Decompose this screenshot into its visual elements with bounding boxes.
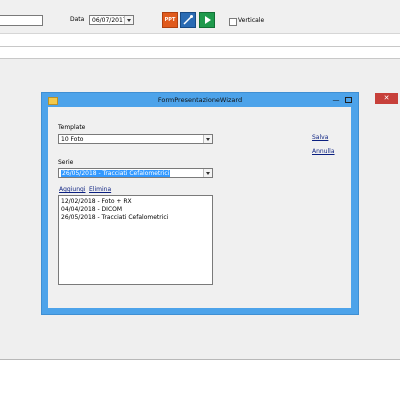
minimize-button[interactable]: — [331, 96, 341, 104]
salva-link[interactable]: Salva [312, 134, 328, 141]
verticale-checkbox[interactable] [229, 18, 237, 26]
serie-combo[interactable]: 26/05/2018 - Tracciati Cefalometrici [58, 168, 213, 178]
list-item[interactable]: 12/02/2018 - Foto + RX [61, 198, 132, 205]
list-item[interactable]: 26/05/2018 - Tracciati Cefalometrici [61, 214, 168, 221]
verticale-label: Verticale [238, 17, 265, 24]
serie-label: Serie [58, 159, 74, 166]
wizard-icon[interactable] [180, 12, 196, 28]
chevron-down-icon[interactable] [203, 135, 212, 143]
play-icon[interactable] [199, 12, 215, 28]
host-search-input[interactable] [0, 15, 43, 26]
maximize-button[interactable] [343, 96, 353, 104]
chevron-down-icon[interactable] [124, 16, 133, 24]
host-strip [0, 34, 400, 47]
template-value: 10 Foto [61, 136, 84, 143]
dialog-title: FormPresentazioneWizard [157, 96, 243, 104]
ppt-glyph: PPT [164, 17, 176, 23]
close-button[interactable]: ✕ [375, 93, 398, 104]
serie-value: 26/05/2018 - Tracciati Cefalometrici [61, 170, 171, 177]
date-label: Data [70, 16, 85, 23]
series-list[interactable]: 12/02/2018 - Foto + RX 04/04/2018 - DICO… [58, 195, 213, 285]
template-combo[interactable]: 10 Foto [58, 134, 213, 144]
annulla-link[interactable]: Annulla [312, 148, 335, 155]
date-picker[interactable]: 06/07/2017 [89, 15, 134, 25]
date-value: 06/07/2017 [92, 17, 127, 24]
template-label: Template [58, 124, 86, 131]
powerpoint-icon[interactable]: PPT [162, 12, 178, 28]
aggiungi-link[interactable]: Aggiungi [59, 186, 85, 193]
elimina-link[interactable]: Elimina [89, 186, 111, 193]
chevron-down-icon[interactable] [203, 169, 212, 177]
list-item[interactable]: 04/04/2018 - DICOM [61, 206, 122, 213]
